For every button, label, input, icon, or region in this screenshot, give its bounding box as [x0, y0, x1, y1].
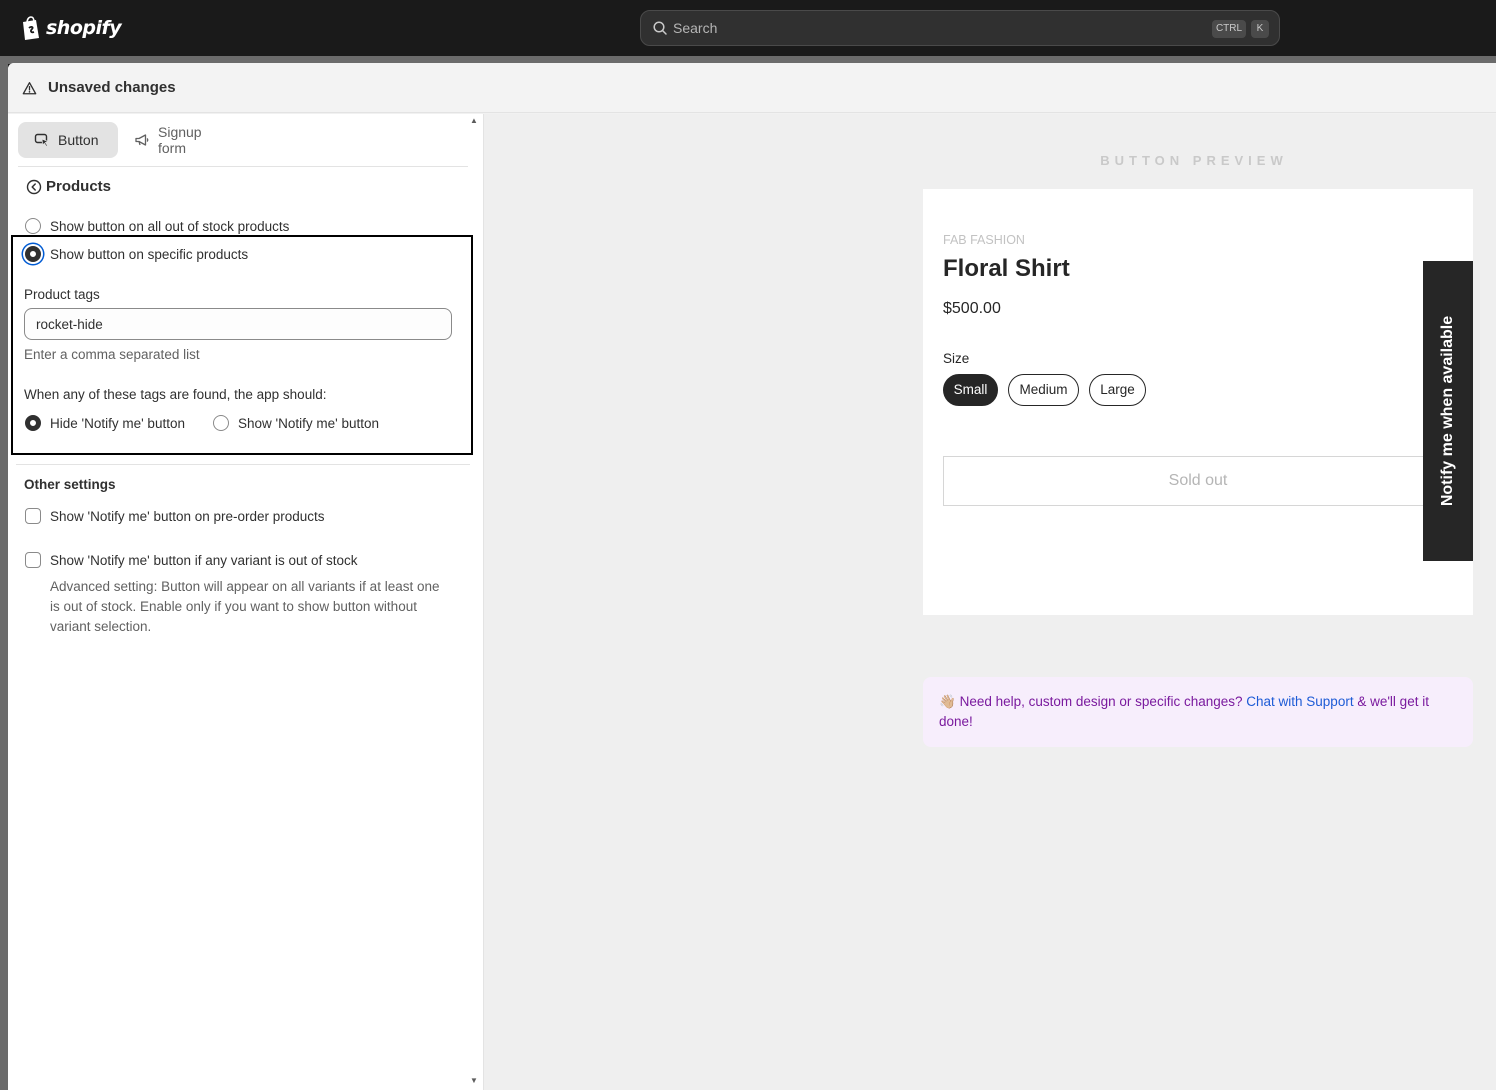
- scroll-down-arrow-icon[interactable]: ▼: [470, 1076, 478, 1085]
- frame-left-edge: [0, 56, 8, 1090]
- sold-out-button: Sold out: [943, 456, 1453, 506]
- product-title: Floral Shirt: [943, 255, 1070, 282]
- unsaved-changes-bar: Unsaved changes: [8, 63, 1496, 113]
- checkbox-variant-out-of-stock-label[interactable]: Show 'Notify me' button if any variant i…: [50, 553, 358, 568]
- cursor-click-icon: [34, 133, 50, 147]
- size-option-medium[interactable]: Medium: [1008, 374, 1079, 406]
- shopping-bag-icon: [23, 15, 39, 40]
- chevron-left-circle-icon: [26, 179, 42, 194]
- tab-signup-form-label: Signup form: [158, 124, 202, 156]
- checkbox-preorder[interactable]: [25, 508, 41, 524]
- size-option-large[interactable]: Large: [1089, 374, 1146, 406]
- section-divider: [16, 464, 470, 465]
- tabs-divider: [18, 166, 468, 167]
- search-input[interactable]: [673, 11, 1153, 45]
- product-tags-label: Product tags: [24, 287, 100, 302]
- shortcut-k-key: K: [1251, 20, 1269, 38]
- scroll-up-arrow-icon[interactable]: ▲: [470, 116, 478, 125]
- product-vendor: FAB FASHION: [943, 233, 1025, 247]
- chat-with-support-link[interactable]: Chat with Support: [1246, 694, 1353, 709]
- product-tags-input[interactable]: [24, 308, 452, 340]
- wave-emoji-icon: 👋🏼: [939, 694, 956, 709]
- radio-specific-products-label[interactable]: Show button on specific products: [50, 247, 248, 262]
- radio-hide-notify-label[interactable]: Hide 'Notify me' button: [50, 416, 185, 431]
- megaphone-icon: [135, 134, 149, 146]
- radio-all-out-of-stock[interactable]: [25, 218, 41, 234]
- product-tags-help: Enter a comma separated list: [24, 347, 200, 362]
- help-banner: 👋🏼 Need help, custom design or specific …: [923, 677, 1473, 747]
- variant-advanced-help: Advanced setting: Button will appear on …: [50, 579, 440, 634]
- button-preview-title: BUTTON PREVIEW: [1100, 153, 1288, 168]
- radio-all-out-of-stock-label[interactable]: Show button on all out of stock products: [50, 219, 289, 234]
- tab-button-label: Button: [58, 132, 99, 148]
- shortcut-ctrl-key: CTRL: [1212, 20, 1246, 38]
- search-icon: [653, 21, 667, 35]
- tag-action-question: When any of these tags are found, the ap…: [24, 387, 327, 402]
- checkbox-preorder-label[interactable]: Show 'Notify me' button on pre-order pro…: [50, 509, 325, 524]
- size-label: Size: [943, 351, 970, 366]
- unsaved-changes-label: Unsaved changes: [48, 79, 176, 96]
- radio-hide-notify[interactable]: [25, 415, 41, 431]
- tab-button[interactable]: Button: [18, 122, 118, 158]
- settings-panel: ▲ ▼ Button Signup form Products Show but…: [8, 114, 484, 1090]
- notify-me-floating-tab[interactable]: Notify me when available: [1423, 261, 1473, 561]
- other-settings-heading: Other settings: [24, 477, 116, 492]
- radio-specific-products[interactable]: [25, 246, 41, 262]
- top-bar: shopify CTRL K: [0, 0, 1496, 56]
- products-heading: Products: [46, 178, 112, 195]
- search-bar[interactable]: CTRL K: [640, 10, 1280, 46]
- notify-me-label: Notify me when available: [1439, 315, 1456, 507]
- product-price: $500.00: [943, 300, 1001, 317]
- size-option-small[interactable]: Small: [943, 374, 998, 406]
- checkbox-variant-out-of-stock[interactable]: [25, 552, 41, 568]
- shopify-logo[interactable]: shopify: [20, 15, 122, 41]
- tab-signup-form[interactable]: Signup form: [118, 122, 248, 158]
- product-card-preview: FAB FASHION Floral Shirt $500.00 Size Sm…: [923, 189, 1473, 615]
- radio-show-notify[interactable]: [213, 415, 229, 431]
- help-text-before: Need help, custom design or specific cha…: [959, 694, 1243, 709]
- radio-show-notify-label[interactable]: Show 'Notify me' button: [238, 416, 379, 431]
- warning-icon: [22, 82, 37, 95]
- back-to-products-button[interactable]: Products: [26, 178, 111, 195]
- logo-text: shopify: [46, 17, 122, 39]
